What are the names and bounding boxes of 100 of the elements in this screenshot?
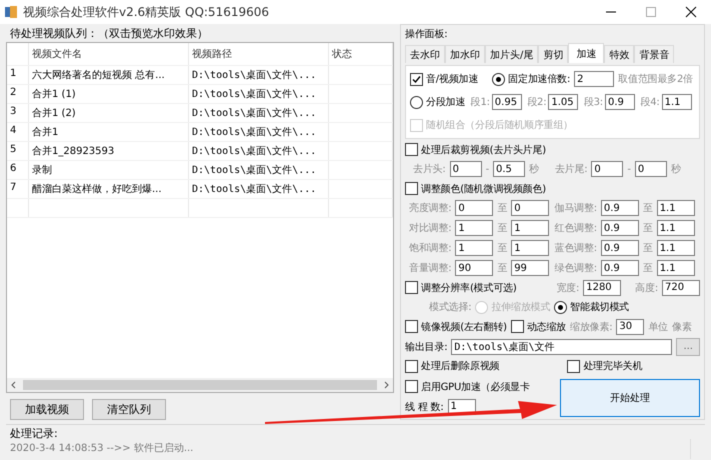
checkbox-label[interactable]: 处理后删除原视频 bbox=[421, 359, 500, 374]
tab[interactable]: 背景音 bbox=[634, 45, 674, 63]
input-field[interactable]: 1.1 bbox=[656, 200, 695, 216]
checkbox[interactable] bbox=[405, 320, 418, 334]
input-field[interactable]: 1280 bbox=[583, 280, 622, 296]
input-field[interactable]: 2 bbox=[574, 71, 614, 87]
separator: 至 bbox=[642, 222, 653, 236]
tab[interactable]: 剪切 bbox=[538, 45, 568, 63]
radio-button[interactable] bbox=[492, 72, 506, 86]
field-label: 线 程 数: bbox=[405, 400, 444, 414]
input-field[interactable]: 720 bbox=[662, 280, 700, 296]
separator: - bbox=[627, 164, 631, 175]
input-field[interactable]: 0.9 bbox=[604, 94, 635, 110]
browse-button[interactable]: ... bbox=[676, 338, 700, 356]
input-field[interactable]: 1 bbox=[455, 240, 494, 256]
checkbox[interactable] bbox=[405, 360, 418, 373]
checkbox[interactable] bbox=[405, 380, 418, 394]
input-field[interactable]: 1.1 bbox=[656, 240, 695, 256]
tab[interactable]: 特效 bbox=[604, 45, 634, 63]
input-field[interactable]: 0 bbox=[450, 161, 482, 178]
input-field[interactable]: 0.9 bbox=[600, 200, 639, 216]
input-field[interactable]: 99 bbox=[511, 260, 550, 276]
input-field[interactable]: 1.05 bbox=[548, 94, 578, 110]
input-field[interactable]: 30 bbox=[616, 318, 644, 335]
input-field[interactable]: 0.95 bbox=[492, 94, 522, 110]
table-cell: D:\tools\桌面\文件\... bbox=[189, 142, 329, 160]
column-header[interactable]: 视频路径 bbox=[189, 43, 329, 65]
queue-button[interactable]: 清空队列 bbox=[92, 399, 166, 420]
radio-button[interactable] bbox=[554, 300, 568, 314]
column-header[interactable]: 视频文件名 bbox=[29, 43, 189, 65]
tab[interactable]: 加速 bbox=[568, 43, 604, 63]
input-field[interactable]: 1 bbox=[511, 240, 550, 256]
field-label: 宽度: bbox=[556, 282, 580, 295]
checkbox-label[interactable]: 动态缩放 bbox=[526, 320, 566, 334]
unit-label: 秒 bbox=[529, 162, 539, 176]
log-entry: 2020-3-4 14:08:53 -->> 软件已启动... bbox=[10, 442, 194, 455]
radio-label[interactable]: 分段加速 bbox=[426, 95, 466, 109]
checkbox[interactable] bbox=[405, 281, 418, 294]
tab[interactable]: 去水印 bbox=[405, 45, 445, 63]
input-field[interactable]: 1 bbox=[511, 220, 550, 236]
row-number: 4 bbox=[7, 123, 29, 141]
field-label: 高度: bbox=[635, 282, 658, 295]
field-label: 缩放像素: bbox=[570, 320, 612, 334]
input-field[interactable]: 0 bbox=[634, 161, 667, 178]
checkbox[interactable] bbox=[410, 72, 423, 86]
queue-label: 待处理视频队列：（双击预览水印效果） bbox=[10, 27, 208, 40]
checkbox-label[interactable]: 音/视频加速 bbox=[426, 72, 478, 86]
checkbox-label[interactable]: 处理完毕关机 bbox=[583, 359, 642, 374]
checkbox[interactable] bbox=[405, 143, 418, 156]
column-header[interactable]: 状态 bbox=[329, 43, 393, 65]
checkbox-label[interactable]: 调整颜色(随机微调视频颜色) bbox=[421, 182, 546, 196]
separator: 至 bbox=[497, 262, 508, 276]
segment-label: 段3: bbox=[584, 96, 603, 109]
checkbox-label[interactable]: 调整分辨率(模式可选) bbox=[421, 280, 517, 295]
separator: - bbox=[486, 164, 489, 175]
table-cell: D:\tools\桌面\文件\... bbox=[189, 180, 329, 198]
queue-button[interactable]: 加载视频 bbox=[10, 399, 84, 420]
field-label: 蓝色调整: bbox=[554, 242, 597, 256]
segment-label: 段2: bbox=[527, 96, 546, 109]
input-field[interactable]: 0.9 bbox=[600, 260, 639, 276]
input-field[interactable]: 1.1 bbox=[656, 220, 695, 236]
tab[interactable]: 加水印 bbox=[445, 45, 485, 63]
input-field[interactable]: 0 bbox=[455, 200, 494, 216]
input-field[interactable]: 1.1 bbox=[656, 260, 695, 276]
checkbox-label[interactable]: 启用GPU加速（必须显卡 bbox=[421, 380, 530, 394]
radio-label[interactable]: 固定加速倍数: bbox=[508, 72, 570, 86]
input-field[interactable]: 0 bbox=[511, 200, 550, 216]
radio-label[interactable]: 智能裁切模式 bbox=[570, 300, 629, 314]
checkbox-label[interactable]: 镜像视频(左右翻转) bbox=[421, 320, 507, 334]
field-label: 模式选择: bbox=[429, 300, 472, 314]
input-field[interactable]: 1.1 bbox=[662, 94, 692, 110]
input-field[interactable]: 90 bbox=[455, 260, 494, 276]
radio-button[interactable] bbox=[410, 96, 423, 108]
checkbox[interactable] bbox=[510, 320, 524, 334]
tab[interactable]: 加片头/尾 bbox=[485, 45, 538, 63]
input-field[interactable]: 0.9 bbox=[600, 240, 639, 256]
checkbox[interactable] bbox=[567, 360, 580, 373]
table-cell: 六大网络著名的短视频 总有... bbox=[29, 66, 189, 84]
horizontal-scrollbar[interactable] bbox=[7, 378, 393, 392]
input-field[interactable]: 0.9 bbox=[600, 220, 639, 236]
row-number: 5 bbox=[7, 142, 29, 160]
checkbox-label[interactable]: 处理后裁剪视频(去片头片尾) bbox=[421, 142, 546, 157]
separator: 至 bbox=[642, 202, 653, 216]
row-number: 1 bbox=[7, 66, 29, 84]
field-label: 绿色调整: bbox=[554, 262, 597, 276]
input-field[interactable]: 1 bbox=[455, 220, 494, 236]
row-number: 6 bbox=[7, 161, 29, 179]
input-field[interactable]: 0.5 bbox=[493, 161, 525, 178]
separator: 至 bbox=[497, 222, 508, 236]
unit-label: 秒 bbox=[670, 162, 681, 176]
checkbox[interactable] bbox=[405, 182, 418, 196]
window-title: 视频综合处理软件v2.6精英版 QQ:51619606 bbox=[23, 4, 270, 20]
hint-text: 取值范围最多2倍 bbox=[618, 72, 693, 86]
table-cell: D:\tools\桌面\文件\... bbox=[189, 85, 329, 103]
app-icon bbox=[4, 5, 18, 19]
input-field[interactable]: 0 bbox=[591, 161, 624, 178]
table-cell: 合并1 (2) bbox=[29, 104, 189, 122]
output-path-field[interactable]: D:\tools\桌面\文件 bbox=[451, 338, 672, 355]
start-button[interactable]: 开始处理 bbox=[560, 378, 700, 417]
field-label: 单位 bbox=[648, 320, 668, 334]
